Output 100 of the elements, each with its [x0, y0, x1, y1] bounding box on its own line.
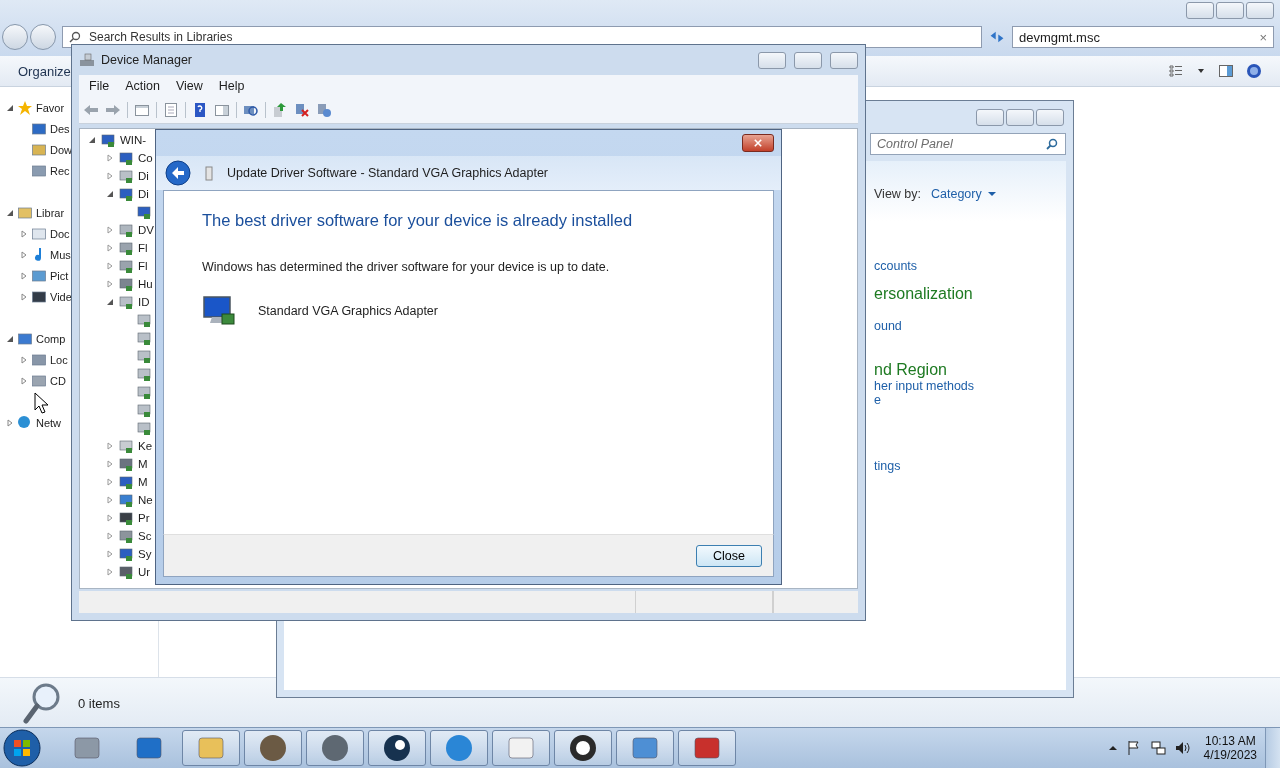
minimize-button[interactable]: [758, 51, 786, 69]
nav-item[interactable]: Comp: [36, 332, 66, 345]
category-link[interactable]: ersonalization: [874, 285, 996, 303]
expand-icon[interactable]: [6, 418, 14, 427]
back-icon[interactable]: [165, 160, 191, 186]
expand-icon[interactable]: [20, 250, 28, 259]
menu-item[interactable]: Help: [212, 79, 251, 93]
device-category[interactable]: DV: [138, 224, 154, 236]
device-category[interactable]: Fl: [138, 242, 148, 254]
collapse-icon[interactable]: [6, 103, 14, 112]
task-link[interactable]: ccounts: [874, 259, 996, 273]
forward-button[interactable]: [30, 24, 56, 50]
nav-item[interactable]: Des: [50, 122, 70, 135]
action-pane-icon[interactable]: [214, 102, 230, 118]
network-icon[interactable]: [1149, 740, 1166, 756]
expand-icon[interactable]: [20, 355, 28, 364]
device-category[interactable]: Sy: [138, 548, 152, 560]
menu-item[interactable]: File: [83, 79, 116, 93]
uninstall-icon[interactable]: [294, 102, 310, 118]
nav-item[interactable]: Doc: [50, 227, 70, 240]
expand-icon[interactable]: [106, 172, 114, 180]
clock[interactable]: 10:13 AM 4/19/2023: [1203, 734, 1257, 762]
nav-item[interactable]: Rec: [50, 164, 70, 177]
expand-icon[interactable]: [106, 568, 114, 576]
help-icon[interactable]: [1246, 63, 1262, 79]
flag-icon[interactable]: [1125, 740, 1142, 756]
search-field[interactable]: Control Panel: [870, 133, 1066, 155]
device-category[interactable]: Co: [138, 152, 153, 164]
close-button[interactable]: Close: [696, 544, 762, 567]
expand-icon[interactable]: [106, 460, 114, 468]
device-category[interactable]: Ur: [138, 566, 151, 578]
device-category[interactable]: Hu: [138, 278, 153, 290]
forward-icon[interactable]: [105, 102, 121, 118]
task-link[interactable]: tings: [874, 459, 996, 473]
expand-icon[interactable]: [106, 262, 114, 270]
nav-item[interactable]: Netw: [36, 416, 62, 429]
restore-button[interactable]: [1006, 108, 1034, 126]
expand-icon[interactable]: [20, 376, 28, 385]
preview-pane-icon[interactable]: [1218, 63, 1234, 79]
nav-item[interactable]: CD: [50, 374, 66, 387]
expand-icon[interactable]: [106, 532, 114, 540]
expand-icon[interactable]: [20, 271, 28, 280]
nav-item[interactable]: Loc: [50, 353, 68, 366]
device-category[interactable]: Di: [138, 188, 149, 200]
device-category[interactable]: Pr: [138, 512, 150, 524]
device-category[interactable]: M: [138, 476, 148, 488]
collapse-icon[interactable]: [88, 136, 96, 144]
device-category[interactable]: Ke: [138, 440, 153, 452]
expand-icon[interactable]: [106, 226, 114, 234]
show-hidden-icons[interactable]: [1107, 743, 1118, 753]
console-tree-icon[interactable]: [134, 102, 150, 118]
expand-icon[interactable]: [106, 496, 114, 504]
expand-icon[interactable]: [106, 442, 114, 450]
device-category[interactable]: Di: [138, 170, 149, 182]
device-category[interactable]: Sc: [138, 530, 152, 542]
collapse-icon[interactable]: [6, 334, 14, 343]
category-link[interactable]: nd Region: [874, 361, 996, 379]
start-button[interactable]: [2, 728, 42, 768]
view-dropdown[interactable]: Category: [931, 187, 996, 201]
expand-icon[interactable]: [106, 154, 114, 162]
search-field[interactable]: devmgmt.msc ×: [1012, 26, 1274, 48]
nav-item[interactable]: Favor: [36, 101, 65, 114]
minimize-button[interactable]: [1186, 2, 1214, 19]
restore-button[interactable]: [1216, 2, 1244, 19]
device-category[interactable]: Fl: [138, 260, 148, 272]
collapse-icon[interactable]: [6, 208, 14, 217]
expand-icon[interactable]: [20, 292, 28, 301]
device-category[interactable]: Ne: [138, 494, 153, 506]
nav-item[interactable]: Vide: [50, 290, 72, 303]
expand-icon[interactable]: [106, 244, 114, 252]
nav-item[interactable]: Dow: [50, 143, 72, 156]
device-category[interactable]: WIN-: [120, 134, 147, 146]
properties-icon[interactable]: [163, 102, 179, 118]
collapse-icon[interactable]: [106, 298, 114, 306]
menu-item[interactable]: View: [169, 79, 209, 93]
organize-button[interactable]: Organize: [18, 63, 71, 79]
expand-icon[interactable]: [20, 229, 28, 238]
close-button[interactable]: [742, 134, 774, 152]
expand-icon[interactable]: [106, 514, 114, 522]
device-category[interactable]: M: [138, 458, 148, 470]
nav-item[interactable]: Mus: [50, 248, 71, 261]
update-driver-icon[interactable]: [272, 102, 288, 118]
volume-icon[interactable]: [1173, 740, 1190, 756]
collapse-icon[interactable]: [106, 190, 114, 198]
help-icon[interactable]: [192, 102, 208, 118]
expand-icon[interactable]: [106, 478, 114, 486]
menu-item[interactable]: Action: [119, 79, 166, 93]
nav-item[interactable]: Librar: [36, 206, 65, 219]
expand-icon[interactable]: [106, 550, 114, 558]
expand-icon[interactable]: [106, 280, 114, 288]
view-icon[interactable]: [1168, 63, 1184, 79]
back-button[interactable]: [2, 24, 28, 50]
task-link[interactable]: her input methods: [874, 379, 996, 393]
device-category[interactable]: ID: [138, 296, 150, 308]
task-link[interactable]: ound: [874, 319, 996, 333]
show-desktop-button[interactable]: [1265, 728, 1280, 768]
task-link[interactable]: e: [874, 393, 996, 407]
clear-icon[interactable]: ×: [1259, 29, 1267, 45]
taskbar-folder-icon[interactable]: [182, 730, 240, 766]
nav-item[interactable]: Pict: [50, 269, 69, 282]
